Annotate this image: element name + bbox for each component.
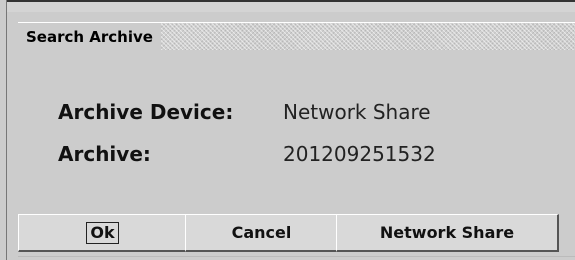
window-left-border [6,0,7,260]
dialog-title-bar[interactable]: Search Archive [18,22,575,51]
dialog-bottom-divider [18,256,575,257]
window-top-border [6,0,575,12]
ok-button-label: Ok [86,221,119,244]
archive-device-label: Archive Device: [58,100,234,124]
cancel-button[interactable]: Cancel [185,214,339,252]
archive-value: 201209251532 [283,142,436,166]
archive-device-value: Network Share [283,100,431,124]
dialog-title: Search Archive [18,23,161,51]
archive-label: Archive: [58,142,151,166]
archive-device-row: Archive Device: Network Share [58,100,431,124]
search-archive-dialog: Search Archive Archive Device: Network Sh… [0,0,575,260]
dialog-content: Archive Device: Network Share Archive: 201… [18,50,575,260]
network-share-button[interactable]: Network Share [336,214,559,252]
ok-button[interactable]: Ok [18,214,188,252]
archive-row: Archive: 201209251532 [58,142,436,166]
